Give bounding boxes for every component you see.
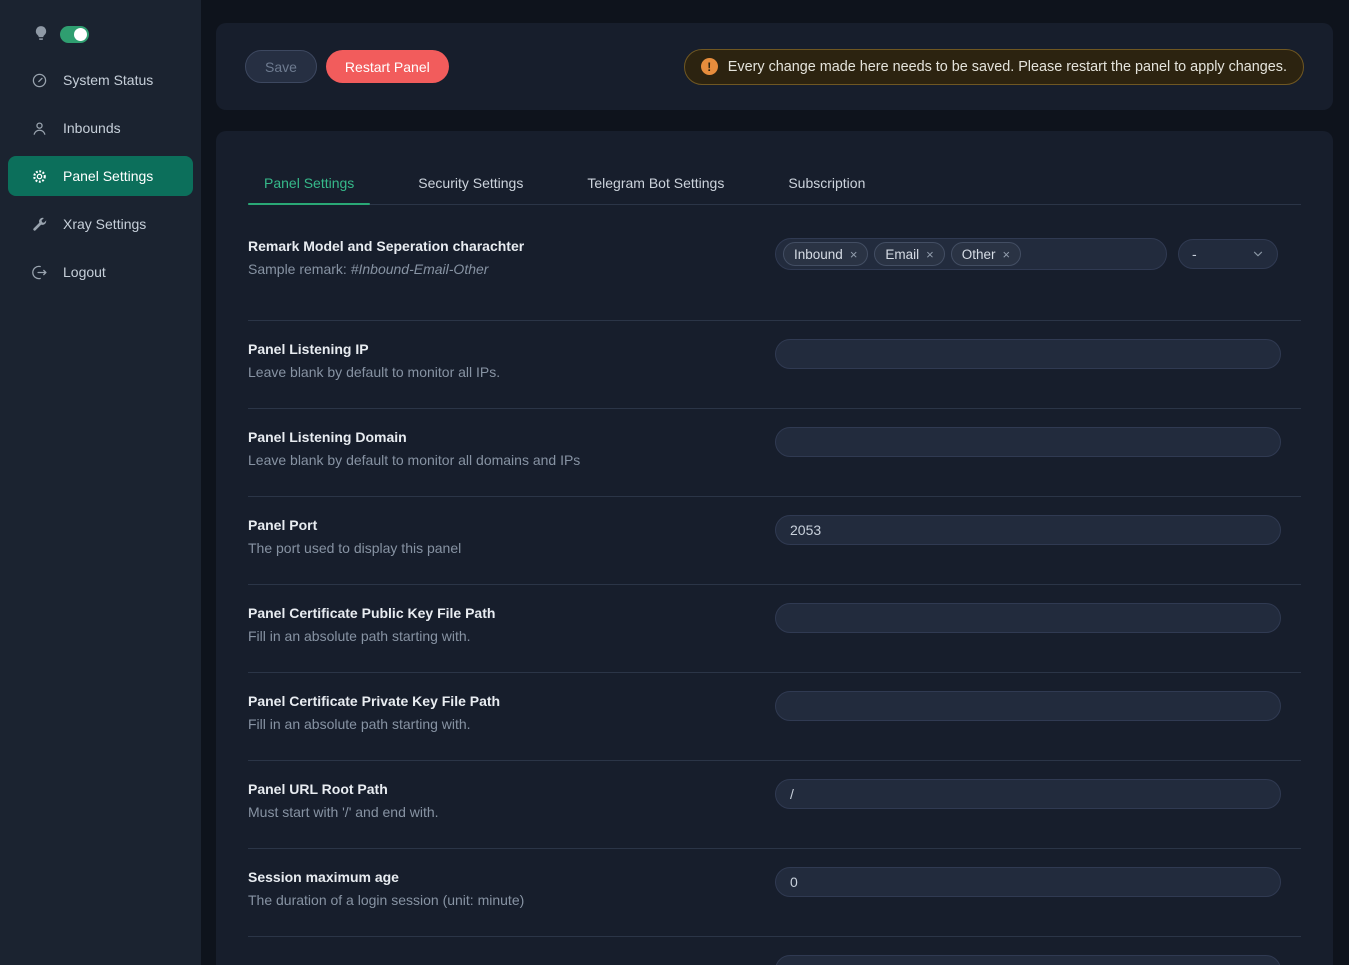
sidebar-item-label: Xray Settings xyxy=(63,216,146,232)
field-subtitle: Fill in an absolute path starting with. xyxy=(248,628,775,644)
field-title: Panel Listening Domain xyxy=(248,429,775,445)
sidebar-item-xray-settings[interactable]: Xray Settings xyxy=(8,204,193,244)
wrench-icon xyxy=(31,216,48,233)
field-subtitle: The duration of a login session (unit: m… xyxy=(248,892,775,908)
field-subtitle: Leave blank by default to monitor all IP… xyxy=(248,364,775,380)
sidebar: System Status Inbounds Panel Settings xyxy=(0,0,201,965)
tag-other: Other × xyxy=(951,242,1021,266)
form-row-panel-url-root-path: Panel URL Root Path Must start with '/' … xyxy=(248,761,1301,849)
sidebar-item-system-status[interactable]: System Status xyxy=(8,60,193,100)
field-title: Panel Certificate Private Key File Path xyxy=(248,693,775,709)
sidebar-nav: System Status Inbounds Panel Settings xyxy=(0,60,201,292)
tab-telegram-bot-settings[interactable]: Telegram Bot Settings xyxy=(571,175,740,204)
form-row-panel-listening-domain: Panel Listening Domain Leave blank by de… xyxy=(248,409,1301,497)
subtitle-prefix: Sample remark: xyxy=(248,261,351,277)
field-subtitle: Fill in an absolute path starting with. xyxy=(248,716,775,732)
form-row-panel-listening-ip: Panel Listening IP Leave blank by defaul… xyxy=(248,321,1301,409)
gear-icon xyxy=(31,168,48,185)
field-title: Panel URL Root Path xyxy=(248,781,775,797)
sidebar-item-label: Inbounds xyxy=(63,120,121,136)
tab-security-settings[interactable]: Security Settings xyxy=(402,175,539,204)
logout-icon xyxy=(31,264,48,281)
sidebar-item-label: System Status xyxy=(63,72,153,88)
remark-model-tags-input[interactable]: Inbound × Email × Other × xyxy=(775,238,1167,270)
user-icon xyxy=(31,120,48,137)
field-title: Panel Port xyxy=(248,517,775,533)
tag-inbound: Inbound × xyxy=(783,242,868,266)
tag-label: Other xyxy=(962,247,996,262)
sidebar-item-label: Logout xyxy=(63,264,106,280)
form-row-panel-port: Panel Port The port used to display this… xyxy=(248,497,1301,585)
theme-toggle-row xyxy=(0,0,201,44)
gauge-icon xyxy=(31,72,48,89)
restart-panel-button[interactable]: Restart Panel xyxy=(326,50,449,83)
tab-panel-settings[interactable]: Panel Settings xyxy=(248,175,370,204)
sample-remark: #Inbound-Email-Other xyxy=(351,261,489,277)
remove-tag-icon[interactable]: × xyxy=(850,248,858,261)
save-button[interactable]: Save xyxy=(245,50,317,83)
field-subtitle: Sample remark: #Inbound-Email-Other xyxy=(248,261,775,277)
field-subtitle: Leave blank by default to monitor all do… xyxy=(248,452,775,468)
toolbar-card: Save Restart Panel ! Every change made h… xyxy=(216,23,1333,110)
sidebar-item-panel-settings[interactable]: Panel Settings xyxy=(8,156,193,196)
settings-card: Panel Settings Security Settings Telegra… xyxy=(216,131,1333,965)
theme-toggle[interactable] xyxy=(60,26,89,43)
sidebar-item-logout[interactable]: Logout xyxy=(8,252,193,292)
sidebar-item-label: Panel Settings xyxy=(63,168,153,184)
tag-label: Inbound xyxy=(794,247,843,262)
field-title: Panel Listening IP xyxy=(248,341,775,357)
selected-separator: - xyxy=(1192,246,1197,262)
field-title: Remark Model and Seperation charachter xyxy=(248,238,775,254)
settings-tabs: Panel Settings Security Settings Telegra… xyxy=(248,131,1301,205)
panel-port-input[interactable] xyxy=(775,515,1281,545)
session-max-age-input[interactable] xyxy=(775,867,1281,897)
sidebar-item-inbounds[interactable]: Inbounds xyxy=(8,108,193,148)
form-row-cert-public-key-path: Panel Certificate Public Key File Path F… xyxy=(248,585,1301,673)
restart-warning-alert: ! Every change made here needs to be sav… xyxy=(684,49,1304,85)
cert-private-key-path-input[interactable] xyxy=(775,691,1281,721)
tag-label: Email xyxy=(885,247,919,262)
remove-tag-icon[interactable]: × xyxy=(1003,248,1011,261)
panel-listening-ip-input[interactable] xyxy=(775,339,1281,369)
alert-text: Every change made here needs to be saved… xyxy=(728,59,1287,75)
lightbulb-icon xyxy=(31,24,51,44)
panel-listening-domain-input[interactable] xyxy=(775,427,1281,457)
form-row-partial xyxy=(248,937,1301,965)
settings-form: Remark Model and Seperation charachter S… xyxy=(248,205,1301,965)
form-row-remark-model: Remark Model and Seperation charachter S… xyxy=(248,205,1301,321)
remove-tag-icon[interactable]: × xyxy=(926,248,934,261)
exclamation-circle-icon: ! xyxy=(701,58,718,75)
field-subtitle: The port used to display this panel xyxy=(248,540,775,556)
field-subtitle: Must start with '/' and end with. xyxy=(248,804,775,820)
field-title: Session maximum age xyxy=(248,869,775,885)
toggle-knob xyxy=(74,28,87,41)
form-row-cert-private-key-path: Panel Certificate Private Key File Path … xyxy=(248,673,1301,761)
chevron-down-icon xyxy=(1252,248,1264,260)
cert-public-key-path-input[interactable] xyxy=(775,603,1281,633)
tag-email: Email × xyxy=(874,242,944,266)
separator-select[interactable]: - xyxy=(1178,239,1278,269)
form-row-session-max-age: Session maximum age The duration of a lo… xyxy=(248,849,1301,937)
panel-url-root-path-input[interactable] xyxy=(775,779,1281,809)
main-content: Save Restart Panel ! Every change made h… xyxy=(201,0,1349,965)
field-title: Panel Certificate Public Key File Path xyxy=(248,605,775,621)
partial-row-input[interactable] xyxy=(775,955,1281,965)
tab-subscription[interactable]: Subscription xyxy=(772,175,881,204)
